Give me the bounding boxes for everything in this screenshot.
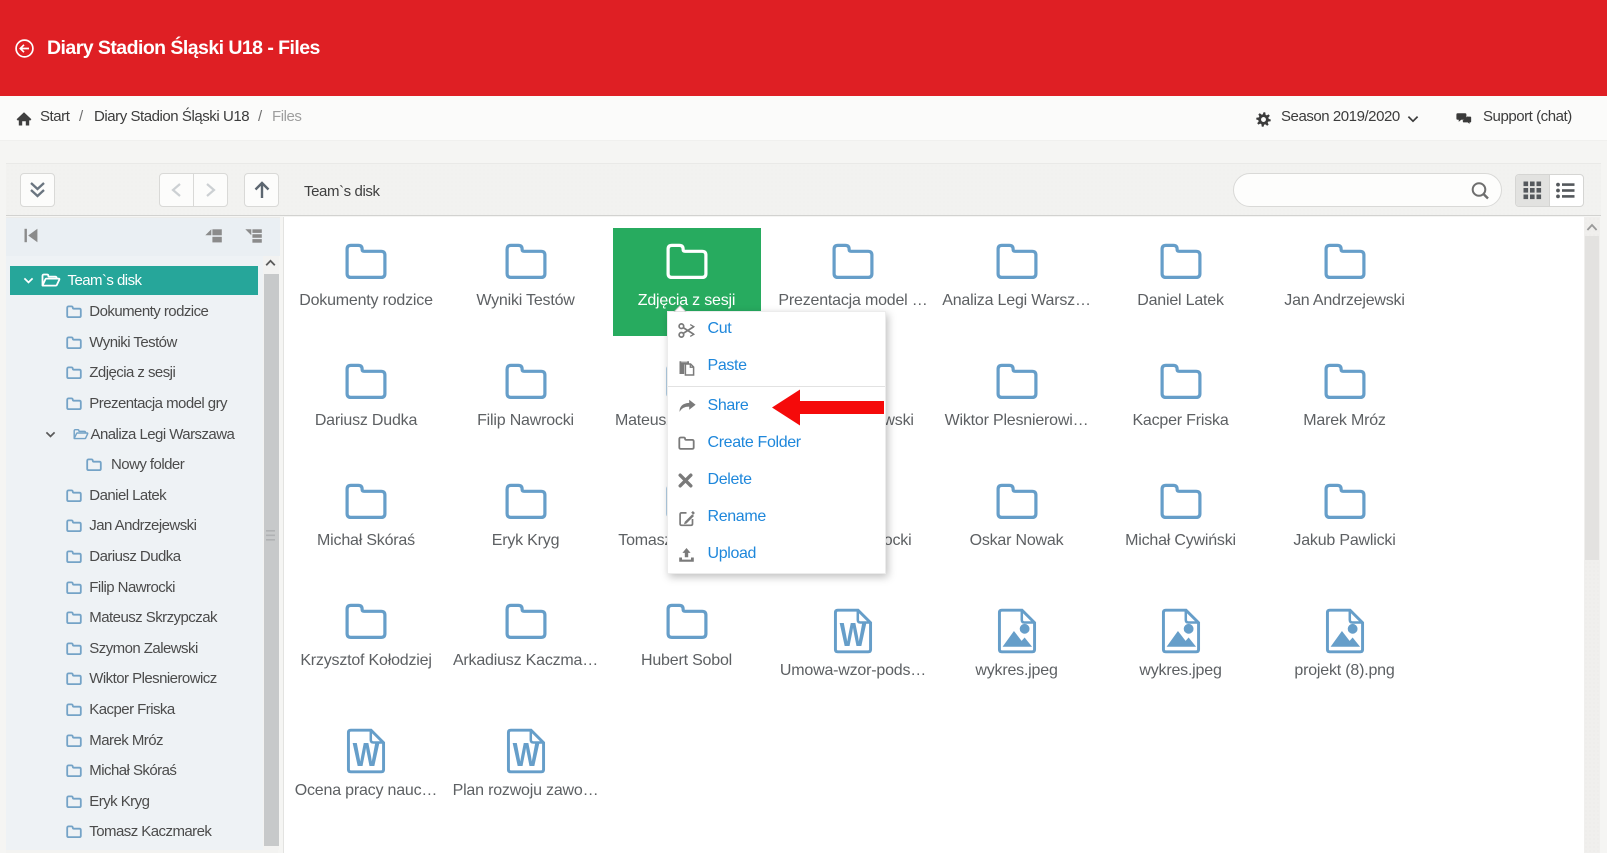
svg-text:W: W (353, 736, 380, 774)
svg-text:W: W (512, 736, 539, 774)
svg-text:W: W (840, 616, 867, 654)
